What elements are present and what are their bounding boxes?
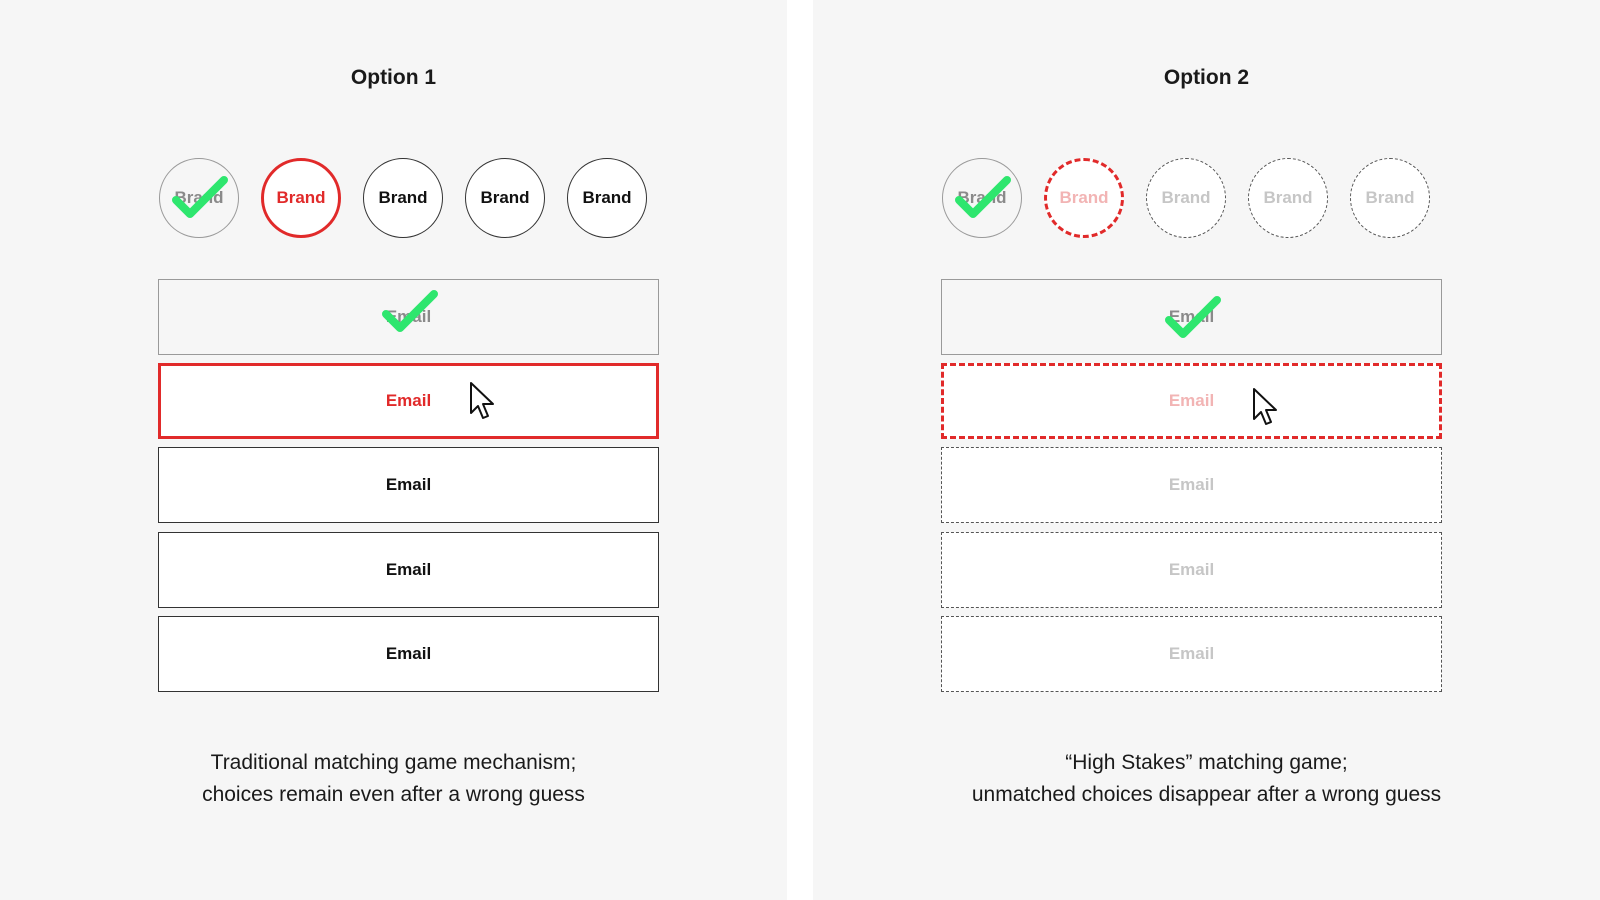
option-1-title: Option 1 (350, 66, 437, 89)
email-choice-4[interactable]: Email (941, 532, 1442, 608)
brand-choices: Brand Brand Brand Brand Brand (0, 158, 787, 238)
email-choice-3[interactable]: Email (158, 447, 659, 523)
brand-choices: Brand Brand Brand Brand Brand (813, 158, 1600, 238)
brand-choice-2[interactable]: Brand (1044, 158, 1124, 238)
brand-choice-2[interactable]: Brand (261, 158, 341, 238)
email-choice-3[interactable]: Email (941, 447, 1442, 523)
brand-choice-3[interactable]: Brand (363, 158, 443, 238)
option-1-panel: Option 1 Brand Brand Brand Brand Brand E… (0, 0, 787, 900)
brand-choice-1[interactable]: Brand (159, 158, 239, 238)
email-choice-2[interactable]: Email (941, 363, 1442, 439)
option-2-panel: Option 2 Brand Brand Brand Brand Brand E… (813, 0, 1600, 900)
email-choice-4[interactable]: Email (158, 532, 659, 608)
brand-choice-5[interactable]: Brand (567, 158, 647, 238)
caption-line: unmatched choices disappear after a wron… (971, 783, 1442, 806)
option-2-title: Option 2 (1163, 66, 1250, 89)
option-2-caption: “High Stakes” matching game; unmatched c… (813, 747, 1600, 811)
brand-choice-5[interactable]: Brand (1350, 158, 1430, 238)
brand-choice-3[interactable]: Brand (1146, 158, 1226, 238)
caption-line: “High Stakes” matching game; (1065, 751, 1348, 774)
option-1-caption: Traditional matching game mechanism; cho… (0, 747, 787, 811)
email-choice-5[interactable]: Email (941, 616, 1442, 692)
caption-line: Traditional matching game mechanism; (210, 751, 577, 774)
caption-line: choices remain even after a wrong guess (202, 783, 585, 806)
email-choice-1[interactable]: Email (941, 279, 1442, 355)
brand-choice-4[interactable]: Brand (465, 158, 545, 238)
email-choice-1[interactable]: Email (158, 279, 659, 355)
brand-choice-1[interactable]: Brand (942, 158, 1022, 238)
email-choice-2[interactable]: Email (158, 363, 659, 439)
brand-choice-4[interactable]: Brand (1248, 158, 1328, 238)
email-choice-5[interactable]: Email (158, 616, 659, 692)
